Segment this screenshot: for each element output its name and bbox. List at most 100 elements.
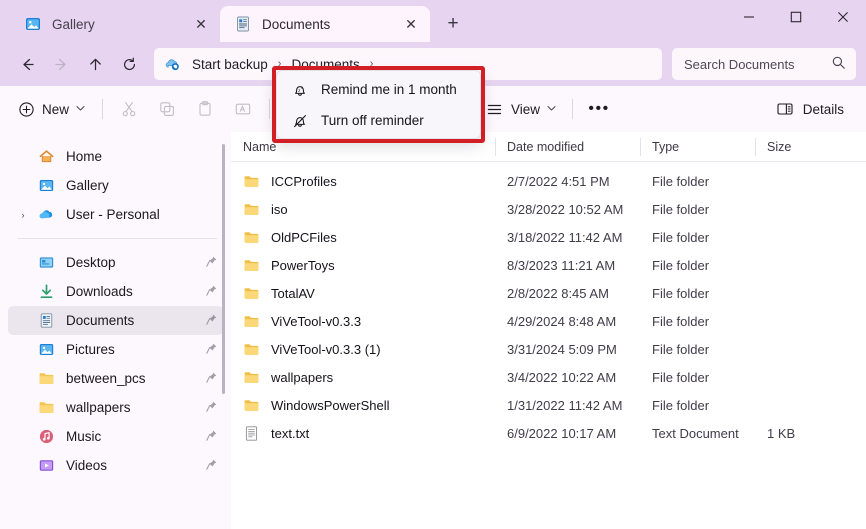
- file-date-cell: 2/8/2022 8:45 AM: [495, 279, 640, 307]
- table-row[interactable]: ICCProfiles2/7/2022 4:51 PMFile folder: [231, 167, 866, 195]
- pin-icon[interactable]: [205, 342, 219, 358]
- tab-close-icon[interactable]: ✕: [398, 11, 424, 37]
- table-row[interactable]: OldPCFiles3/18/2022 11:42 AMFile folder: [231, 223, 866, 251]
- file-type-cell: File folder: [640, 363, 755, 391]
- column-header-type[interactable]: Type: [640, 132, 755, 162]
- file-date-cell: 2/7/2022 4:51 PM: [495, 167, 640, 195]
- back-arrow-icon[interactable]: [10, 48, 44, 80]
- file-name-cell[interactable]: WindowsPowerShell: [231, 391, 495, 419]
- pin-icon[interactable]: [205, 313, 219, 329]
- file-size-cell: [755, 223, 845, 251]
- breadcrumb-start-backup[interactable]: Start backup: [189, 57, 271, 72]
- details-pane-button[interactable]: Details: [766, 93, 854, 125]
- sidebar-item-gallery[interactable]: Gallery: [8, 171, 223, 200]
- rename-icon: [224, 93, 262, 125]
- file-name-cell[interactable]: ICCProfiles: [231, 167, 495, 195]
- onedrive-icon: [38, 206, 55, 223]
- column-header-date-modified[interactable]: Date modified: [495, 132, 640, 162]
- file-name-cell[interactable]: ViVeTool-v0.3.3: [231, 307, 495, 335]
- sidebar-scrollbar-thumb[interactable]: [222, 144, 225, 394]
- file-type-cell: File folder: [640, 251, 755, 279]
- file-name-label: ViVeTool-v0.3.3: [271, 314, 361, 329]
- new-tab-button[interactable]: +: [436, 7, 470, 41]
- column-header-size[interactable]: Size: [755, 132, 845, 162]
- window-controls: [725, 0, 866, 34]
- up-arrow-icon[interactable]: [78, 48, 112, 80]
- pin-icon[interactable]: [205, 284, 219, 300]
- table-row[interactable]: iso3/28/2022 10:52 AMFile folder: [231, 195, 866, 223]
- view-button-label: View: [511, 102, 540, 117]
- cut-icon: [110, 93, 148, 125]
- table-row[interactable]: ViVeTool-v0.3.3 (1)3/31/2024 5:09 PMFile…: [231, 335, 866, 363]
- file-name-cell[interactable]: PowerToys: [231, 251, 495, 279]
- file-date-cell: 3/18/2022 11:42 AM: [495, 223, 640, 251]
- file-explorer-window: Gallery ✕ Documents: [0, 0, 866, 529]
- table-row[interactable]: wallpapers3/4/2022 10:22 AMFile folder: [231, 363, 866, 391]
- folder-icon: [243, 369, 260, 386]
- file-name-label: ViVeTool-v0.3.3 (1): [271, 342, 381, 357]
- file-name-cell[interactable]: OldPCFiles: [231, 223, 495, 251]
- file-name-cell[interactable]: iso: [231, 195, 495, 223]
- folder-icon: [38, 370, 55, 387]
- search-input[interactable]: Search Documents: [672, 48, 856, 80]
- file-size-cell: [755, 363, 845, 391]
- search-placeholder: Search Documents: [684, 57, 795, 72]
- pin-icon[interactable]: [205, 429, 219, 445]
- more-options-button[interactable]: •••: [580, 93, 618, 125]
- pin-icon[interactable]: [205, 458, 219, 474]
- sidebar-item-pictures[interactable]: Pictures: [8, 335, 223, 364]
- documents-icon: [38, 312, 55, 329]
- file-size-cell: [755, 167, 845, 195]
- sidebar-item-wallpapers[interactable]: wallpapers: [8, 393, 223, 422]
- table-row[interactable]: ViVeTool-v0.3.34/29/2024 8:48 AMFile fol…: [231, 307, 866, 335]
- sidebar-item-downloads[interactable]: Downloads: [8, 277, 223, 306]
- tab-label: Documents: [262, 17, 398, 32]
- sidebar-scrollbar-track[interactable]: [225, 138, 228, 523]
- tab-close-icon[interactable]: ✕: [188, 11, 214, 37]
- navigation-pane: Home Gallery ›: [0, 132, 231, 529]
- chevron-right-icon[interactable]: ›: [12, 200, 34, 229]
- sidebar-item-between-pcs[interactable]: between_pcs: [8, 364, 223, 393]
- file-name-cell[interactable]: ViVeTool-v0.3.3 (1): [231, 335, 495, 363]
- sidebar-item-home[interactable]: Home: [8, 142, 223, 171]
- sidebar-item-user-personal[interactable]: › User - Personal: [8, 200, 223, 229]
- sidebar-item-label: Videos: [66, 458, 205, 473]
- minimize-button[interactable]: [725, 0, 772, 34]
- table-row[interactable]: text.txt6/9/2022 10:17 AMText Document1 …: [231, 419, 866, 447]
- sidebar-item-label: Home: [66, 149, 223, 164]
- tab-documents[interactable]: Documents ✕: [220, 6, 430, 42]
- file-rows: ICCProfiles2/7/2022 4:51 PMFile folderis…: [231, 162, 866, 447]
- file-size-cell: 1 KB: [755, 419, 845, 447]
- tab-gallery[interactable]: Gallery ✕: [10, 6, 220, 42]
- folder-icon: [243, 313, 260, 330]
- videos-icon: [38, 457, 55, 474]
- file-name-cell[interactable]: TotalAV: [231, 279, 495, 307]
- sidebar-item-desktop[interactable]: Desktop: [8, 248, 223, 277]
- file-date-cell: 8/3/2023 11:21 AM: [495, 251, 640, 279]
- text-file-icon: [243, 425, 260, 442]
- sidebar-item-label: Gallery: [66, 178, 223, 193]
- search-icon[interactable]: [831, 55, 846, 73]
- new-button[interactable]: New: [12, 93, 95, 125]
- refresh-icon[interactable]: [112, 48, 146, 80]
- pin-icon[interactable]: [205, 400, 219, 416]
- table-row[interactable]: WindowsPowerShell1/31/2022 11:42 AMFile …: [231, 391, 866, 419]
- pin-icon[interactable]: [205, 371, 219, 387]
- close-button[interactable]: [819, 0, 866, 34]
- maximize-button[interactable]: [772, 0, 819, 34]
- folder-icon: [243, 201, 260, 218]
- table-row[interactable]: PowerToys8/3/2023 11:21 AMFile folder: [231, 251, 866, 279]
- view-button[interactable]: View: [477, 93, 565, 125]
- pin-icon[interactable]: [205, 255, 219, 271]
- pictures-icon: [38, 341, 55, 358]
- sidebar-item-music[interactable]: Music: [8, 422, 223, 451]
- file-name-cell[interactable]: wallpapers: [231, 363, 495, 391]
- file-name-cell[interactable]: text.txt: [231, 419, 495, 447]
- file-name-label: TotalAV: [271, 286, 315, 301]
- sidebar-item-label: Desktop: [66, 255, 205, 270]
- explorer-body: Home Gallery ›: [0, 132, 866, 529]
- table-row[interactable]: TotalAV2/8/2022 8:45 AMFile folder: [231, 279, 866, 307]
- folder-icon: [38, 399, 55, 416]
- sidebar-item-documents[interactable]: Documents: [8, 306, 223, 335]
- sidebar-item-videos[interactable]: Videos: [8, 451, 223, 480]
